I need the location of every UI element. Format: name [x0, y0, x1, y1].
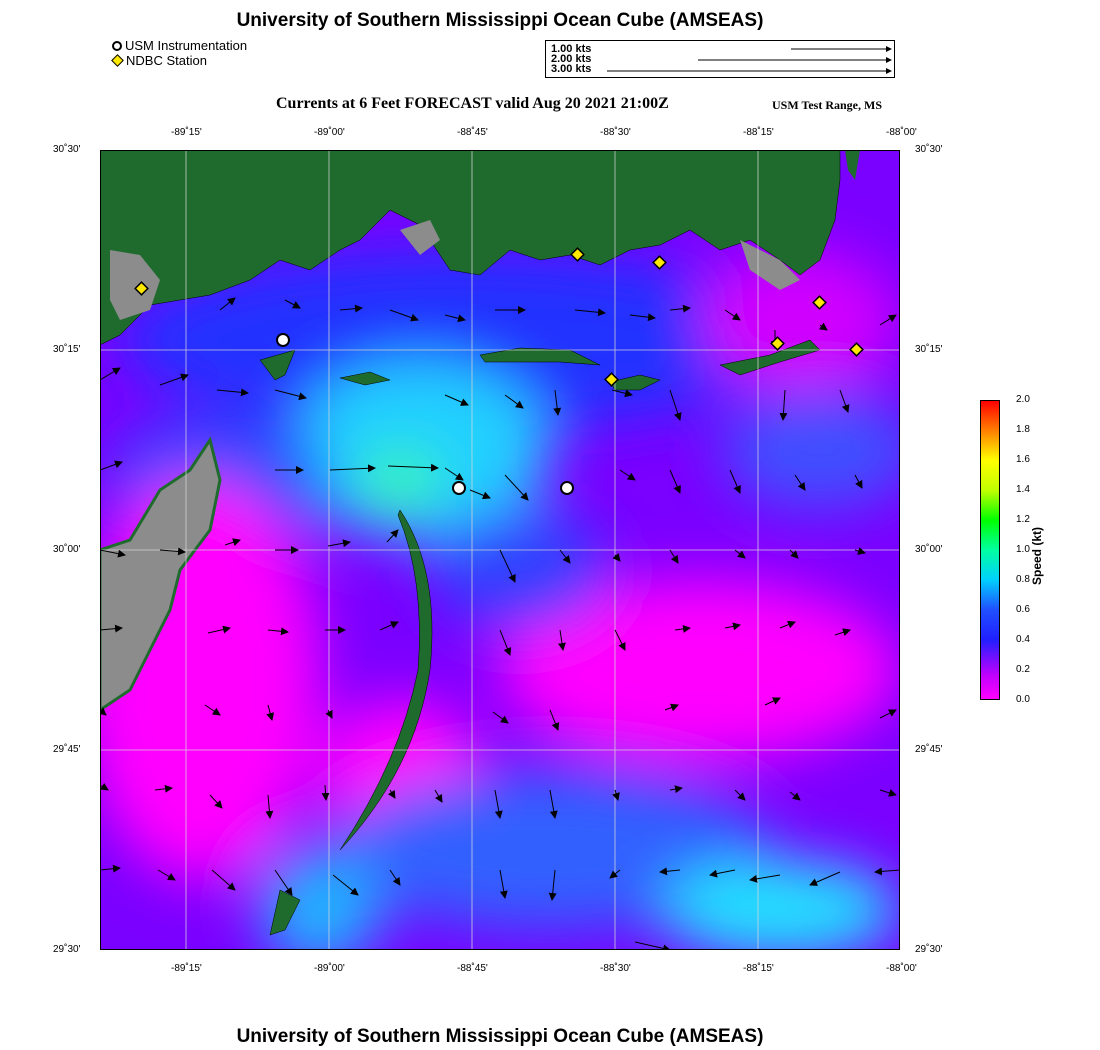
vector-key: 1.00 kts 2.00 kts 3.00 kts [545, 40, 895, 78]
lon-tick-top-6: -88˚00' [886, 127, 917, 138]
lat-tick-left-3: 30˚00' [53, 544, 81, 555]
colorbar-tick: 0.8 [1016, 574, 1030, 585]
lon-tick-top-4: -88˚30' [600, 127, 631, 138]
diamond-icon [111, 54, 124, 67]
colorbar-tick: 2.0 [1016, 394, 1030, 405]
lon-tick-top-5: -88˚15' [743, 127, 774, 138]
lat-tick-right-3: 30˚00' [915, 544, 943, 555]
forecast-subtitle: Currents at 6 Feet FORECAST valid Aug 20… [276, 95, 669, 112]
lon-tick-bottom-1: -89˚15' [171, 963, 202, 974]
lon-tick-top-2: -89˚00' [314, 127, 345, 138]
colorbar-label: Speed (kt) [1030, 526, 1044, 585]
lon-tick-bottom-3: -88˚45' [457, 963, 488, 974]
usm-station-circle [276, 333, 290, 347]
lat-tick-right-4: 29˚45' [915, 744, 943, 755]
colorbar-tick: 0.2 [1016, 664, 1030, 675]
colorbar-tick: 1.0 [1016, 544, 1030, 555]
legend-label-ndbc: NDBC Station [126, 53, 207, 68]
usm-station-circle [452, 481, 466, 495]
legend-row-instrumentation: USM Instrumentation [112, 38, 247, 53]
map-title: University of Southern Mississippi Ocean… [236, 10, 764, 31]
colorbar-tick: 0.6 [1016, 604, 1030, 615]
colorbar-tick: 1.2 [1016, 514, 1030, 525]
lat-tick-right-5: 29˚30' [915, 944, 943, 955]
symbol-legend: USM Instrumentation NDBC Station [111, 38, 247, 68]
lat-tick-right-2: 30˚15' [915, 344, 943, 355]
lon-tick-bottom-6: -88˚00' [886, 963, 917, 974]
circle-icon [112, 40, 122, 51]
speed-colorbar [980, 400, 1000, 700]
legend-label-instrumentation: USM Instrumentation [125, 38, 248, 53]
legend-row-ndbc: NDBC Station [111, 53, 247, 68]
colorbar-tick: 1.4 [1016, 484, 1030, 495]
lon-tick-top-3: -88˚45' [457, 127, 488, 138]
lat-tick-left-5: 29˚30' [53, 944, 81, 955]
lon-tick-top-1: -89˚15' [171, 127, 202, 138]
lat-tick-left-2: 30˚15' [53, 344, 81, 355]
current-speed-map [100, 150, 900, 950]
lat-tick-left-1: 30˚30' [53, 144, 81, 155]
lat-tick-left-4: 29˚45' [53, 744, 81, 755]
lon-tick-bottom-4: -88˚30' [600, 963, 631, 974]
footer-title: University of Southern Mississippi Ocean… [236, 1026, 764, 1047]
range-label: USM Test Range, MS [772, 98, 883, 112]
colorbar-tick: 1.6 [1016, 454, 1030, 465]
colorbar-tick: 0.4 [1016, 634, 1030, 645]
lon-tick-bottom-2: -89˚00' [314, 963, 345, 974]
colorbar-tick: 0.0 [1016, 694, 1030, 705]
colorbar-tick: 1.8 [1016, 424, 1030, 435]
usm-station-circle [560, 481, 574, 495]
lat-tick-right-1: 30˚30' [915, 144, 943, 155]
vector-key-arrows [606, 45, 892, 74]
lon-tick-bottom-5: -88˚15' [743, 963, 774, 974]
